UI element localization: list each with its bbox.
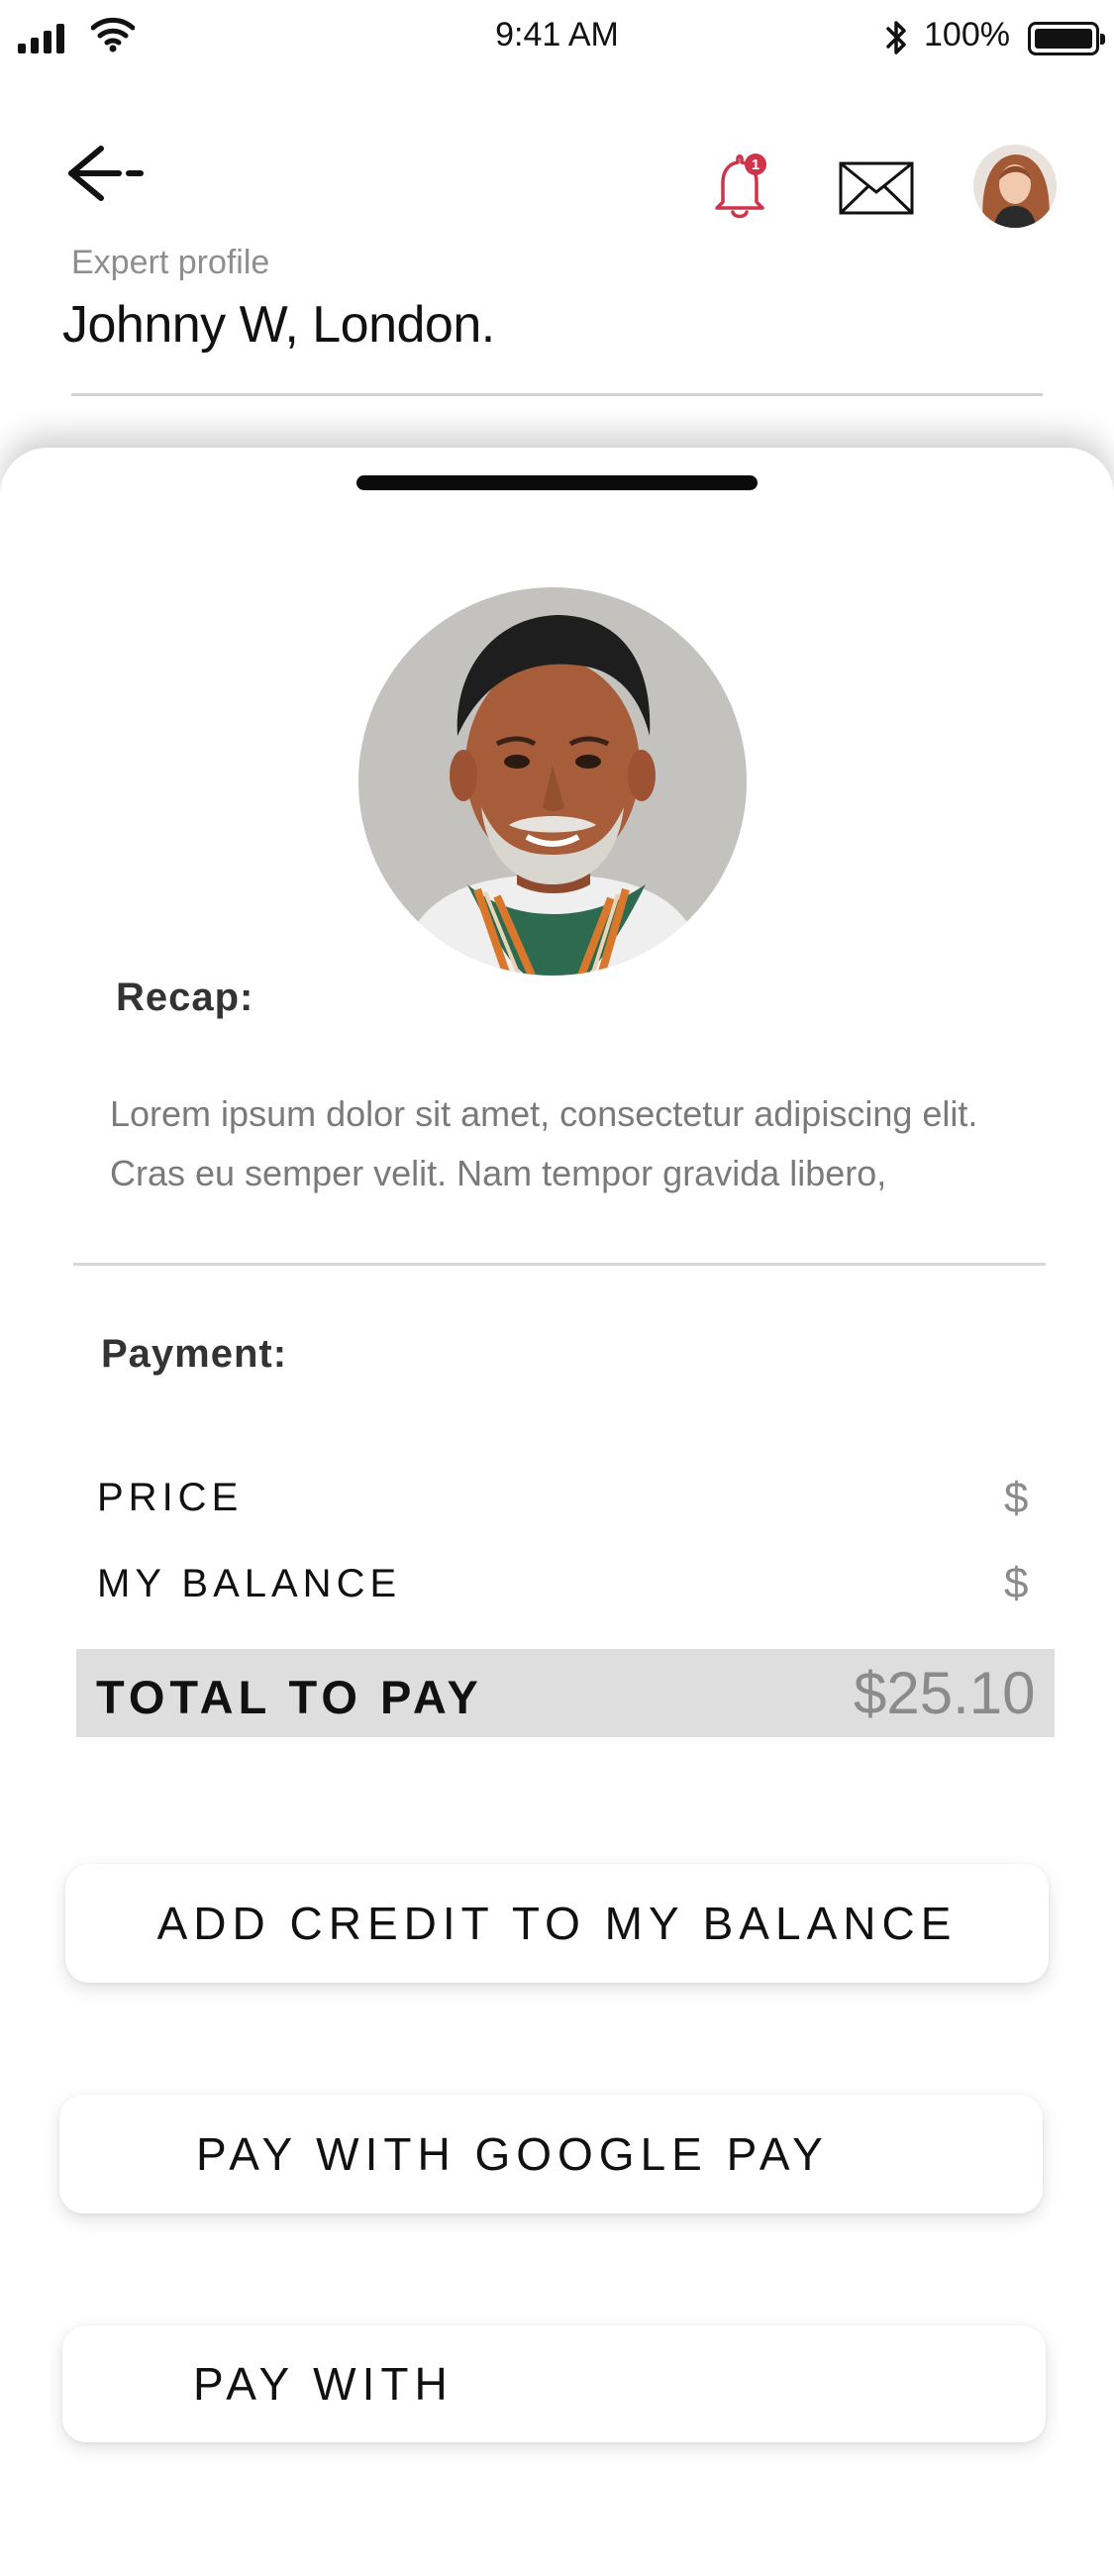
add-credit-button-label: ADD CREDIT TO MY BALANCE	[156, 1898, 958, 1949]
recap-text: Lorem ipsum dolor sit amet, consectetur …	[110, 1093, 978, 1193]
pay-with-button[interactable]: PAY WITH	[62, 2325, 1046, 2442]
header-divider	[71, 393, 1043, 396]
back-arrow-icon[interactable]	[61, 139, 151, 208]
user-avatar[interactable]	[973, 145, 1057, 228]
add-credit-button[interactable]: ADD CREDIT TO MY BALANCE	[65, 1864, 1049, 1983]
price-label: PRICE	[97, 1476, 244, 1519]
battery-percent: 100%	[924, 16, 1010, 53]
total-label: TOTAL TO PAY	[96, 1671, 483, 1723]
notification-badge: 1	[752, 156, 760, 173]
expert-avatar	[358, 587, 747, 976]
total-value: $25.10	[854, 1660, 1036, 1726]
balance-label: MY BALANCE	[97, 1562, 402, 1605]
google-pay-button[interactable]: PAY WITH GOOGLE PAY	[59, 2095, 1043, 2214]
status-bar: 9:41 AM 100%	[0, 0, 1114, 79]
google-pay-button-label: PAY WITH GOOGLE PAY	[196, 2128, 829, 2180]
pay-with-button-label: PAY WITH	[193, 2358, 454, 2410]
recap-heading: Recap:	[116, 976, 254, 1019]
payment-heading: Payment:	[101, 1332, 288, 1376]
page-eyebrow: Expert profile	[71, 244, 270, 281]
notifications-bell-icon[interactable]: 1	[709, 151, 770, 222]
battery-icon	[1028, 22, 1105, 55]
page-title: Johnny W, London.	[62, 296, 495, 354]
bluetooth-icon	[886, 21, 906, 54]
balance-value: $	[1004, 1559, 1029, 1607]
price-value: $	[1004, 1474, 1029, 1522]
section-divider	[73, 1263, 1046, 1266]
mail-envelope-icon[interactable]	[838, 160, 915, 216]
sheet-drag-handle[interactable]	[356, 475, 758, 490]
